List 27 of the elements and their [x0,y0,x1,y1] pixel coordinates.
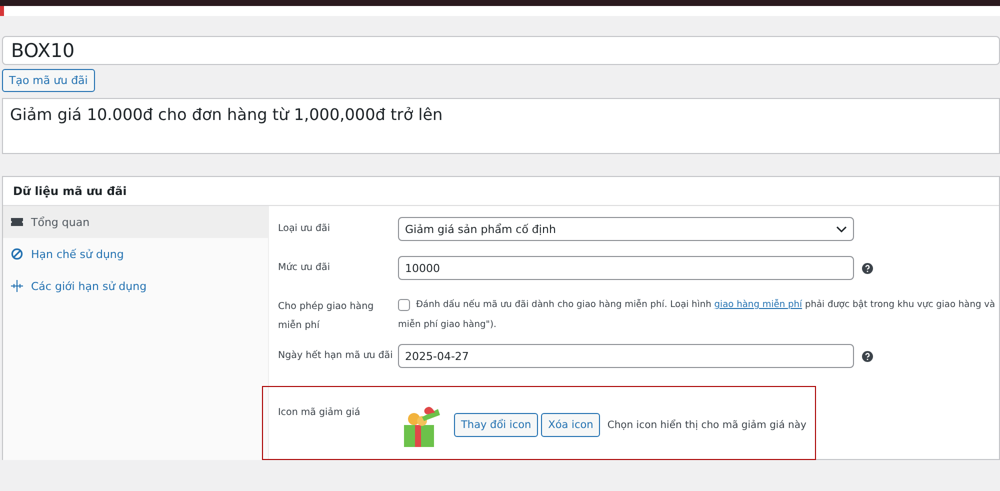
icon-action-button[interactable]: Thay đổi icon [454,413,538,437]
field-label: Icon mã giảm giá [278,406,362,420]
field-label: Ngày hết hạn mã ưu đãi [278,349,394,363]
icon-hint: Chọn icon hiển thị cho mã giảm giá này [607,420,806,430]
free-shipping-description: Đánh dấu nếu mã ưu đãi dành cho giao hàng miễn phí. Loại hình giao hàng miễn phí phải được bật trong khu vực giao hàng và miễn phí giao hàng"). [398,298,996,332]
field-label: Cho phép giao hàng miễn phí [278,300,375,333]
help-icon[interactable] [862,350,873,362]
input-field[interactable]: 10000 [398,256,854,280]
input-field[interactable]: 2025-04-27 [398,344,854,368]
icon-action-button[interactable]: Xóa icon [541,413,600,437]
discount-type-select[interactable]: Giảm giá sản phẩm cố định [398,217,854,241]
description-field[interactable]: Giảm giá 10.000đ cho đơn hàng từ 1,000,000đ trở lên [2,98,1000,154]
ticket-icon [11,216,23,228]
sidebar-tab[interactable]: Hạn chế sử dụng [3,238,268,270]
prohibited-icon [11,248,23,260]
field-label: Loại ưu đãi [278,222,331,236]
free-shipping-link[interactable]: giao hàng miễn phí [714,300,802,310]
help-icon[interactable] [862,262,873,274]
coupon-code-field[interactable]: BOX10 [2,36,1000,65]
checkbox[interactable] [398,298,410,311]
sidebar-tab[interactable]: Tổng quan [3,206,268,238]
chevron-down-icon [836,226,847,232]
generate-coupon-button[interactable]: Tạo mã ưu đãi [2,69,95,92]
crosshair-icon [11,280,23,292]
sidebar-tab[interactable]: Các giới hạn sử dụng [3,270,268,302]
gift-box-drawing [404,406,440,447]
field-label: Mức ưu đãi [278,261,332,275]
